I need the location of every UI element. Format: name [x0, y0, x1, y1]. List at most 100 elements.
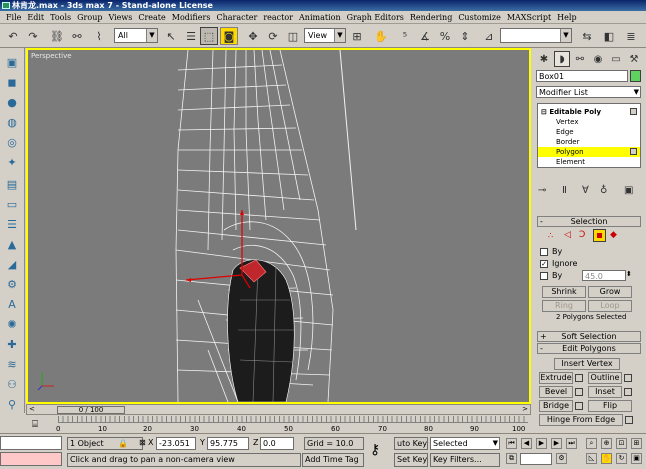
- hinge-settings-icon[interactable]: [625, 416, 633, 424]
- object-color-swatch[interactable]: [630, 70, 641, 82]
- angle-value-field[interactable]: 45.0: [582, 270, 626, 281]
- inset-button[interactable]: Inset: [588, 386, 622, 398]
- bridge-settings-icon[interactable]: [575, 402, 583, 410]
- next-frame-icon[interactable]: >: [522, 405, 528, 413]
- geometry-icon[interactable]: ▣: [4, 54, 20, 70]
- show-end-result-icon[interactable]: Ⅱ: [562, 185, 567, 196]
- menu-customize[interactable]: Customize: [455, 13, 504, 22]
- hinge-from-edge-button[interactable]: Hinge From Edge: [539, 414, 623, 426]
- stack-item-polygon[interactable]: Polygon: [538, 147, 640, 157]
- pin-stack-icon[interactable]: ⊸: [538, 185, 546, 196]
- layer-manager-icon[interactable]: ≣: [622, 27, 640, 45]
- polygon-subobj-icon[interactable]: [593, 229, 606, 242]
- cone-icon[interactable]: ◢: [4, 256, 20, 272]
- named-selection-icon[interactable]: ⊿: [480, 27, 498, 45]
- element-subobj-icon[interactable]: ◆: [610, 230, 617, 240]
- align-icon[interactable]: ◧: [600, 27, 618, 45]
- create-tab-icon[interactable]: ✱: [536, 51, 552, 67]
- pyramid-icon[interactable]: ▲: [4, 236, 20, 252]
- gear-icon[interactable]: ⚙: [4, 276, 20, 292]
- key-filters-button[interactable]: Key Filters...: [430, 453, 500, 467]
- particles-icon[interactable]: ✺: [4, 316, 20, 332]
- time-slider[interactable]: 0 / 100 < >: [26, 404, 531, 415]
- edge-subobj-icon[interactable]: ◁: [564, 230, 571, 240]
- zoom-extents-icon[interactable]: ⊡: [616, 438, 627, 449]
- selected-dropdown[interactable]: Selected ▼: [430, 437, 500, 450]
- pivot-center-icon[interactable]: ⊞: [348, 27, 366, 45]
- current-frame-field[interactable]: [520, 453, 552, 465]
- flip-button[interactable]: Flip: [588, 400, 632, 412]
- soft-selection-rollout-header[interactable]: + Soft Selection: [537, 331, 641, 342]
- menu-graph-editors[interactable]: Graph Editors: [344, 13, 407, 22]
- tube-icon[interactable]: ▭: [4, 196, 20, 212]
- menu-modifiers[interactable]: Modifiers: [169, 13, 214, 22]
- prev-frame-icon[interactable]: <: [29, 405, 35, 413]
- track-bar[interactable]: 0 10 20 30 40 50 60 70 80 90 100: [26, 416, 531, 433]
- key-mode-icon[interactable]: ⧉: [506, 453, 517, 464]
- vertex-subobj-icon[interactable]: ∴: [548, 231, 553, 240]
- inset-settings-icon[interactable]: [624, 388, 632, 396]
- modifier-stack[interactable]: ⊟ Editable Poly Vertex Edge Border Polyg…: [537, 103, 641, 168]
- redo-icon[interactable]: ↷: [24, 27, 42, 45]
- time-slider-thumb[interactable]: 0 / 100: [57, 406, 125, 414]
- extrude-button[interactable]: Extrude: [539, 372, 573, 384]
- cylinder-icon[interactable]: ◍: [4, 114, 20, 130]
- select-link-icon[interactable]: ⛓: [48, 27, 66, 45]
- named-selection-dropdown[interactable]: ▼: [500, 28, 572, 43]
- hierarchy-tab-icon[interactable]: ⚯: [572, 51, 588, 67]
- box-icon[interactable]: ◼: [4, 74, 20, 90]
- scale-icon[interactable]: ◫: [284, 27, 302, 45]
- display-tab-icon[interactable]: ▭: [608, 51, 624, 67]
- bevel-settings-icon[interactable]: [575, 388, 583, 396]
- outline-settings-icon[interactable]: [624, 374, 632, 382]
- go-to-start-icon[interactable]: ⏮: [506, 438, 517, 449]
- plane-icon[interactable]: ▤: [4, 176, 20, 192]
- menu-group[interactable]: Group: [74, 13, 105, 22]
- angle-spinner-icon[interactable]: ⬍: [626, 270, 632, 278]
- next-frame-icon[interactable]: ▶: [551, 438, 562, 449]
- menu-create[interactable]: Create: [135, 13, 168, 22]
- bridge-button[interactable]: Bridge: [539, 400, 573, 412]
- menu-file[interactable]: File: [3, 13, 24, 22]
- undo-icon[interactable]: ↶: [4, 27, 22, 45]
- menu-views[interactable]: Views: [105, 13, 135, 22]
- object-name-field[interactable]: Box01: [536, 70, 628, 82]
- stack-item-border[interactable]: Border: [538, 137, 640, 147]
- maxscript-listener-bottom[interactable]: [0, 452, 62, 466]
- ignore-backfacing-checkbox[interactable]: ✓: [540, 260, 548, 268]
- modifier-list-dropdown[interactable]: Modifier List ▼: [536, 86, 641, 98]
- shrink-button[interactable]: Shrink: [542, 286, 586, 298]
- zoom-extents-all-icon[interactable]: ⊞: [631, 438, 642, 449]
- x-coordinate-field[interactable]: -23.051: [156, 437, 196, 450]
- absolute-mode-icon[interactable]: ⊠: [139, 438, 146, 447]
- spacewarp-icon[interactable]: ≋: [4, 356, 20, 372]
- play-icon[interactable]: ▶: [536, 438, 547, 449]
- by-vertex-checkbox[interactable]: [540, 248, 548, 256]
- zoom-icon[interactable]: ⌕: [586, 438, 597, 449]
- menu-maxscript[interactable]: MAXScript: [504, 13, 554, 22]
- rect-selection-icon[interactable]: ⬚: [200, 27, 218, 45]
- torus-icon[interactable]: ◎: [4, 134, 20, 150]
- previous-frame-icon[interactable]: ◀: [521, 438, 532, 449]
- text-icon[interactable]: A: [4, 296, 20, 312]
- selection-rollout-header[interactable]: - Selection: [537, 216, 641, 227]
- configure-sets-icon[interactable]: ▣: [624, 185, 633, 196]
- light-icon[interactable]: ✦: [4, 154, 20, 170]
- menu-edit[interactable]: Edit: [24, 13, 47, 22]
- extrude-settings-icon[interactable]: [575, 374, 583, 382]
- menu-help[interactable]: Help: [554, 13, 579, 22]
- motion-tab-icon[interactable]: ◉: [590, 51, 606, 67]
- mirror-icon[interactable]: ⇆: [578, 27, 596, 45]
- by-angle-checkbox[interactable]: [540, 272, 548, 280]
- helper-icon[interactable]: ✚: [4, 336, 20, 352]
- key-icon[interactable]: ⚷: [370, 442, 380, 458]
- spinner-snap-icon[interactable]: ⇕: [456, 27, 474, 45]
- move-icon[interactable]: ✥: [244, 27, 262, 45]
- reference-coord-dropdown[interactable]: View ▼: [304, 28, 346, 43]
- stack-item-edge[interactable]: Edge: [538, 127, 640, 137]
- angle-snap-icon[interactable]: ∡: [416, 27, 434, 45]
- y-coordinate-field[interactable]: 95.775: [207, 437, 249, 450]
- window-crossing-icon[interactable]: ◙: [220, 27, 238, 45]
- stack-visibility-icon[interactable]: [630, 108, 637, 115]
- outline-button[interactable]: Outline: [588, 372, 622, 384]
